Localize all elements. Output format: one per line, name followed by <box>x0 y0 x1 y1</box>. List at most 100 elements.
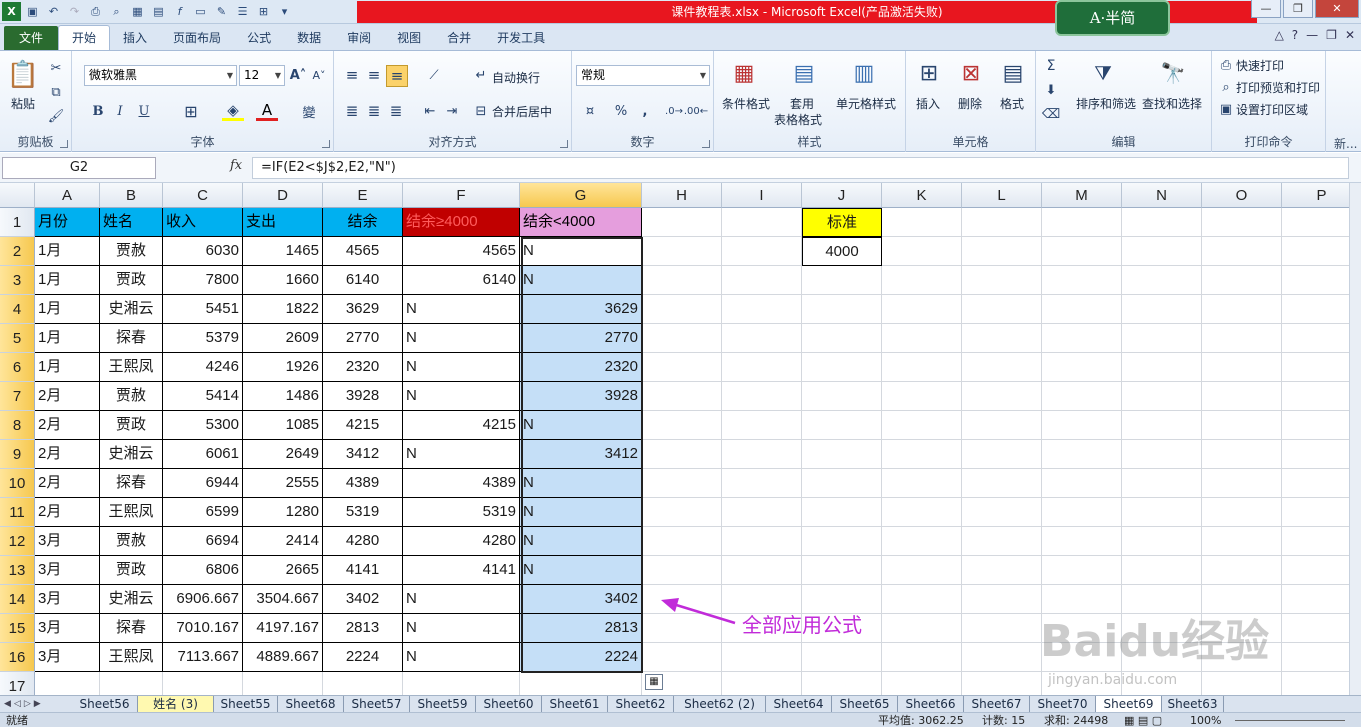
grid-cell[interactable] <box>1202 440 1282 469</box>
grid-cell[interactable] <box>642 208 722 237</box>
grid-cell[interactable] <box>962 295 1042 324</box>
column-header-g[interactable]: G <box>520 183 642 208</box>
table-cell[interactable]: 3629 <box>323 295 403 324</box>
table-cell[interactable]: 4565 <box>323 237 403 266</box>
grid-cell[interactable] <box>642 556 722 585</box>
workbook-close-icon[interactable]: ✕ <box>1345 28 1355 42</box>
table-cell[interactable]: 4565 <box>403 237 520 266</box>
table-cell[interactable]: 5319 <box>323 498 403 527</box>
table-cell[interactable]: 3月 <box>35 585 100 614</box>
grid-cell[interactable] <box>802 266 882 295</box>
tab-merge[interactable]: 合并 <box>434 26 484 50</box>
column-header-h[interactable]: H <box>642 183 722 208</box>
grid-cell[interactable] <box>1042 411 1122 440</box>
fill-color-icon[interactable]: ◈ <box>222 101 244 121</box>
table-cell[interactable]: 2813 <box>323 614 403 643</box>
table-cell[interactable]: 5300 <box>163 411 243 440</box>
grid-cell[interactable] <box>642 353 722 382</box>
row-header-1[interactable]: 1 <box>0 208 35 237</box>
table-cell[interactable]: 3928 <box>323 382 403 411</box>
grid-cell[interactable] <box>962 324 1042 353</box>
table-cell[interactable]: 1660 <box>243 266 323 295</box>
table-cell[interactable]: N <box>520 556 642 585</box>
table-cell[interactable]: 1465 <box>243 237 323 266</box>
grid-cell[interactable] <box>1122 527 1202 556</box>
format-cells-button[interactable]: 格式 <box>1000 95 1024 112</box>
grid-cell[interactable] <box>1042 469 1122 498</box>
grid-cell[interactable] <box>1122 353 1202 382</box>
phonetic-icon[interactable]: 變 <box>298 101 320 121</box>
table-cell[interactable]: 3412 <box>520 440 642 469</box>
row-header-14[interactable]: 14 <box>0 585 35 614</box>
column-header-o[interactable]: O <box>1202 183 1282 208</box>
table-cell[interactable]: 2665 <box>243 556 323 585</box>
fill-icon[interactable]: ⬇ <box>1042 81 1060 99</box>
grid-cell[interactable] <box>1202 411 1282 440</box>
table-cell[interactable]: N <box>403 643 520 672</box>
table-cell[interactable]: 2月 <box>35 469 100 498</box>
delete-cells-icon[interactable]: ⊠ <box>956 57 986 89</box>
collapse-ribbon-icon[interactable]: △ <box>1275 28 1284 42</box>
grid-cell[interactable] <box>1122 295 1202 324</box>
row-header-4[interactable]: 4 <box>0 295 35 324</box>
grid-cell[interactable] <box>962 672 1042 695</box>
autosum-icon[interactable]: Σ <box>1042 57 1060 75</box>
clipboard-launcher[interactable] <box>60 140 68 148</box>
grid-cell[interactable] <box>1202 498 1282 527</box>
bold-button[interactable]: B <box>88 101 108 121</box>
table-header-cell[interactable]: 收入 <box>163 208 243 237</box>
grid-cell[interactable] <box>962 353 1042 382</box>
table-cell[interactable]: 2320 <box>520 353 642 382</box>
grid-cell[interactable] <box>722 237 802 266</box>
grid-cell[interactable] <box>962 266 1042 295</box>
sheet-tab[interactable]: Sheet56 <box>72 696 138 712</box>
sheet-tab[interactable]: Sheet69 <box>1096 696 1162 712</box>
formula-input[interactable]: =IF(E2<$J$2,E2,"N") <box>252 157 1349 179</box>
row-header-15[interactable]: 15 <box>0 614 35 643</box>
grid-cell[interactable] <box>802 556 882 585</box>
table-cell[interactable]: 史湘云 <box>100 440 163 469</box>
zoom-slider[interactable] <box>1235 720 1345 721</box>
table-cell[interactable]: 6806 <box>163 556 243 585</box>
standard-label-cell[interactable]: 标准 <box>802 208 882 237</box>
table-cell[interactable]: 4197.167 <box>243 614 323 643</box>
sort-filter-button[interactable]: 排序和筛选 <box>1076 95 1136 112</box>
paint-icon[interactable]: ✎ <box>212 2 231 21</box>
table-cell[interactable]: 3629 <box>520 295 642 324</box>
grid-cell[interactable] <box>1122 440 1202 469</box>
table-cell[interactable]: 探春 <box>100 469 163 498</box>
align-top-icon[interactable]: ≡ <box>342 65 362 85</box>
table-cell[interactable]: N <box>403 324 520 353</box>
tab-page-layout[interactable]: 页面布局 <box>160 26 234 50</box>
align-middle-icon[interactable]: ≡ <box>364 65 384 85</box>
grid-cell[interactable] <box>642 237 722 266</box>
grid-cell[interactable] <box>722 266 802 295</box>
table-cell[interactable]: 贾赦 <box>100 527 163 556</box>
grid-cell[interactable] <box>1042 266 1122 295</box>
number-launcher[interactable] <box>702 140 710 148</box>
table-cell[interactable]: 3月 <box>35 556 100 585</box>
calculator-icon[interactable]: ▦ <box>128 2 147 21</box>
column-header-d[interactable]: D <box>243 183 323 208</box>
excel-icon[interactable]: X <box>2 2 21 21</box>
grid-cell[interactable] <box>642 411 722 440</box>
font-size-combo[interactable]: 12 ▼ <box>239 65 285 86</box>
grid-cell[interactable] <box>642 498 722 527</box>
grid-cell[interactable] <box>642 469 722 498</box>
table-cell[interactable]: 6030 <box>163 237 243 266</box>
zoom-level[interactable]: 100% <box>1190 713 1221 728</box>
grid-cell[interactable] <box>962 614 1042 643</box>
table-cell[interactable]: 1月 <box>35 237 100 266</box>
print-area-icon[interactable]: ▣ <box>1218 101 1234 117</box>
table-cell[interactable]: 2224 <box>520 643 642 672</box>
grid-cell[interactable] <box>1202 382 1282 411</box>
align-left-icon[interactable]: ≣ <box>342 101 362 121</box>
font-launcher[interactable] <box>322 140 330 148</box>
maximize-button[interactable]: ❐ <box>1283 0 1313 18</box>
row-header-13[interactable]: 13 <box>0 556 35 585</box>
table-cell[interactable]: 4141 <box>323 556 403 585</box>
grid-cell[interactable] <box>882 672 962 695</box>
comma-button[interactable]: , <box>638 101 652 121</box>
sheet-tab[interactable]: Sheet55 <box>214 696 278 712</box>
table-header-cell[interactable]: 姓名 <box>100 208 163 237</box>
